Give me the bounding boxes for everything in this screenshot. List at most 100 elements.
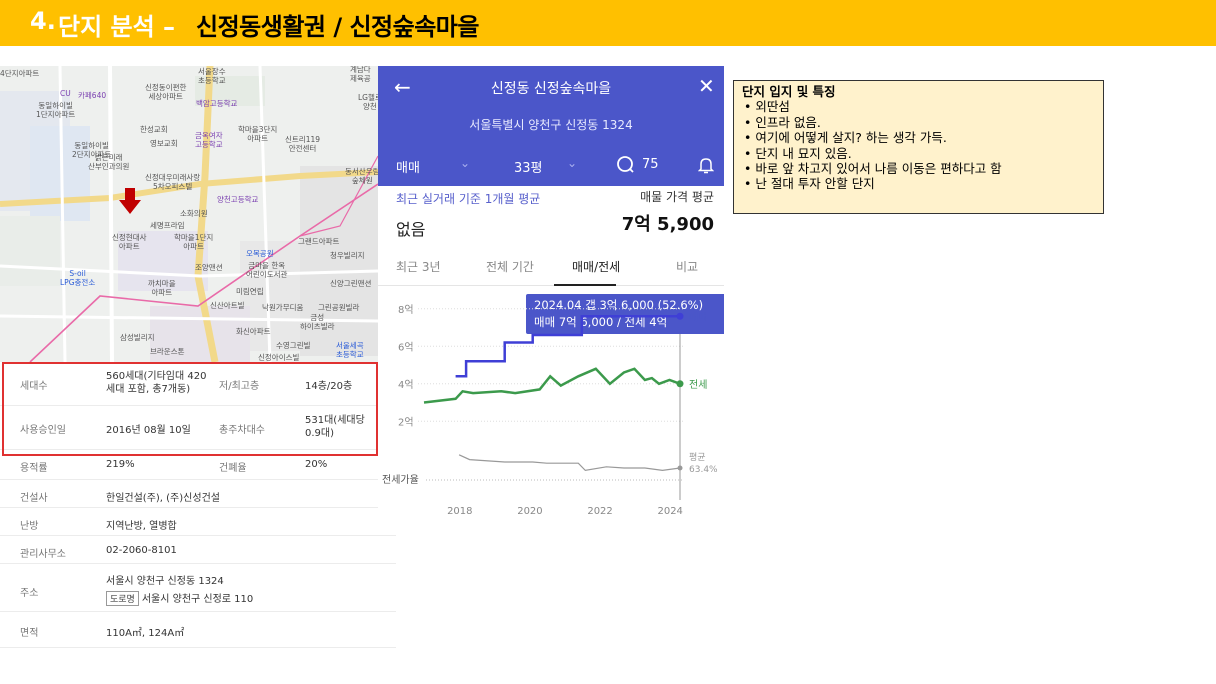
period-tabs: 최근 3년 전체 기간 매매/전세 비교 xyxy=(378,250,724,286)
map-label: 서울세곡 초등학교 xyxy=(336,341,364,359)
ratio-average-value: 63.4% xyxy=(689,465,718,475)
table-row: 건설사 한일건설(주), (주)신성건설 xyxy=(0,480,396,508)
map-label: 카페640 xyxy=(78,91,107,100)
row-value: 지역난방, 열병합 xyxy=(106,521,177,532)
row-value: 서울시 양천구 신정동 1324 xyxy=(106,576,224,587)
filter-bar: 매매 ⌄ 33평 ⌄ 75 xyxy=(378,148,724,186)
highlight-box xyxy=(2,362,378,456)
ratio-average-label: 평균 xyxy=(689,452,706,463)
row-label: 용적률 xyxy=(20,463,48,474)
complex-address: 서울특별시 양천구 신정동 1324 xyxy=(469,118,633,132)
map-label: 신산아트빌 xyxy=(210,301,245,310)
x-tick-label: 2022 xyxy=(587,506,612,516)
bell-icon[interactable] xyxy=(698,156,714,174)
map-label: 밝은미래 산부인과의원 xyxy=(88,153,130,171)
listing-price-label: 매물 가격 평균 xyxy=(640,190,714,204)
table-row: 주소 서울시 양천구 신정동 1324 도로명 서울시 양천구 신정로 110 xyxy=(0,564,396,612)
ratio-endpoint xyxy=(677,465,683,471)
listing-price-value: 7억 5,900 xyxy=(621,214,714,235)
map-view[interactable]: 4단지아파트 서울장수 초등학교 계남다 제육공 CU 카페640 신정동이편한 세상… xyxy=(0,66,378,362)
size-select[interactable]: 33평 xyxy=(514,157,543,176)
map-label: 동서산우림 숲체원 xyxy=(345,167,378,185)
tooltip-line: 2024.04 갭 3억 6,000 (52.6%) xyxy=(534,298,703,312)
close-icon[interactable]: ✕ xyxy=(698,74,715,98)
map-label: 청우빌리지 xyxy=(330,251,365,260)
map-label: 화신아파트 xyxy=(236,327,271,336)
map-label: 양천고등학교 xyxy=(217,195,259,204)
tab-recent-3y[interactable]: 최근 3년 xyxy=(396,258,441,275)
row-value: 219% xyxy=(106,459,135,470)
series-label-sale: 매매 xyxy=(689,311,707,323)
map-label: 계남다 제육공 xyxy=(350,66,371,83)
road-name-tag: 도로명 xyxy=(106,591,139,606)
map-label: 신정동이편한 세상아파트 xyxy=(145,83,187,101)
map-label: 그랜드아파트 xyxy=(298,237,340,246)
note-item: 외딴섬 xyxy=(742,99,1095,114)
map-label: CU xyxy=(60,89,71,98)
note-item: 바로 앞 차고지 있어서 나름 이동은 편하다고 함 xyxy=(742,161,1095,176)
y-tick-label: 6억 xyxy=(398,341,414,353)
map-label: 오목공원 xyxy=(246,249,274,258)
row-value: 20% xyxy=(305,459,328,470)
map-label: 까치마을 아파트 xyxy=(148,279,176,297)
note-item: 여기에 어떻게 살지? 하는 생각 가득. xyxy=(742,130,1095,145)
note-item: 인프라 없음. xyxy=(742,115,1095,130)
y-tick-label: 4억 xyxy=(398,379,414,391)
series-line-전세 xyxy=(423,367,681,404)
app-header: ← 신정동 신정숲속마을 ✕ 서울특별시 양천구 신정동 1324 매매 ⌄ 3… xyxy=(378,66,724,186)
map-label: 백암고등학교 xyxy=(196,99,238,108)
complex-title: 신정동 신정숲속마을 xyxy=(490,81,612,97)
sale-endpoint xyxy=(676,312,684,320)
trade-type-select[interactable]: 매매 xyxy=(396,157,420,176)
map-label: 금마을 한옥 어린이도서관 xyxy=(246,261,288,279)
map-label: 영보교회 xyxy=(150,139,178,148)
jeonse-endpoint xyxy=(676,380,684,388)
tab-all-period[interactable]: 전체 기간 xyxy=(486,258,534,275)
chevron-down-icon: ⌄ xyxy=(460,156,471,170)
row-label: 관리사무소 xyxy=(20,549,66,560)
map-label: 신정현대사 아파트 xyxy=(112,233,147,251)
map-label: 신정대우미래사랑 5차오피스텔 xyxy=(145,173,201,191)
notes-heading: 단지 입지 및 특징 xyxy=(742,84,836,99)
tab-sale-jeonse[interactable]: 매매/전세 xyxy=(572,258,620,275)
row-value: 110A㎡, 124A㎡ xyxy=(106,628,185,639)
table-row: 난방 지역난방, 열병합 xyxy=(0,508,396,536)
active-tab-indicator xyxy=(554,284,616,286)
table-row: 관리사무소 02-2060-8101 xyxy=(0,536,396,564)
table-row: 면적 110A㎡, 124A㎡ xyxy=(0,612,396,648)
x-tick-label: 2020 xyxy=(517,506,542,516)
map-label: 금옥여자 고등학교 xyxy=(195,131,223,149)
map-label: LG헬로양천 xyxy=(358,93,378,111)
map-label: 동일하이빌 1단지아파트 xyxy=(36,101,76,119)
row-label: 주소 xyxy=(20,588,39,599)
x-tick-label: 2024 xyxy=(657,506,682,516)
series-label-jeonse: 전세 xyxy=(689,379,707,391)
map-label: 금성 하이츠빌라 xyxy=(300,313,335,331)
price-chart[interactable]: 2024.04 갭 3억 6,000 (52.6%)매매 7억 6,000 / … xyxy=(378,290,724,516)
map-label: 낙원가무디움 xyxy=(262,303,304,312)
map-label: 신양그린맨션 xyxy=(330,279,372,288)
map-label: 미림연립 xyxy=(236,287,264,296)
y-tick-label: 2억 xyxy=(398,416,414,428)
map-label: 삼성빌리지 xyxy=(120,333,155,342)
series-line-전세가율 xyxy=(458,454,681,472)
road-address: 도로명 서울시 양천구 신정로 110 xyxy=(106,590,253,606)
row-label: 난방 xyxy=(20,521,39,532)
road-address-value: 서울시 양천구 신정로 110 xyxy=(141,594,254,605)
slide-title: 신정동생활권 / 신정숲속마을 xyxy=(196,13,479,41)
notes-box: 단지 입지 및 특징 외딴섬 인프라 없음. 여기에 어떻게 살지? 하는 생각… xyxy=(733,80,1104,214)
real-estate-app-panel: ← 신정동 신정숲속마을 ✕ 서울특별시 양천구 신정동 1324 매매 ⌄ 3… xyxy=(378,66,724,516)
slide-number: 4. xyxy=(30,7,56,35)
row-label: 면적 xyxy=(20,628,39,639)
map-label: S-oil LPG충전소 xyxy=(60,269,96,287)
map-label: 그린공원빌라 xyxy=(318,303,360,312)
map-label: 소화의원 xyxy=(180,209,208,218)
row-value[interactable]: 02-2060-8101 xyxy=(106,545,177,556)
comment-icon xyxy=(617,156,634,173)
row-value: 한일건설(주), (주)신성건설 xyxy=(106,493,220,504)
row-label: 건폐율 xyxy=(219,463,247,474)
slide-title-bar: 4. 단지 분석 – 신정동생활권 / 신정숲속마을 xyxy=(0,0,1216,46)
map-label: 학마을3단지 아파트 xyxy=(238,125,278,143)
ratio-axis-label: 전세가율 xyxy=(382,474,419,486)
tab-compare[interactable]: 비교 xyxy=(676,258,698,275)
